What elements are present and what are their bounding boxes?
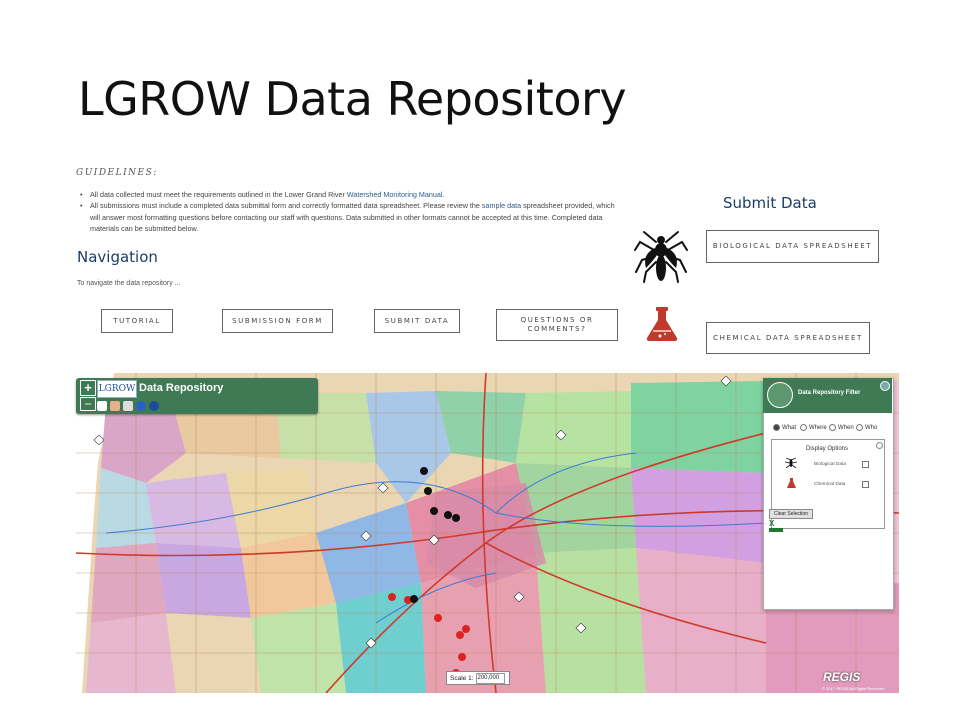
globe-icon[interactable] [149,401,159,411]
biological-marker[interactable] [410,595,418,603]
map-region [631,381,766,473]
guideline-text: All data collected must meet the require… [90,190,347,199]
guideline-text: All submissions must include a completed… [90,201,482,211]
map-region [631,468,766,563]
chemical-data-spreadsheet-button[interactable]: CHEMICAL DATA SPREADSHEET [706,322,870,354]
flask-icon [646,307,678,341]
map-app-title: Data Repository [139,382,224,394]
scale-control[interactable]: Scale 1: 200,000 [446,671,510,685]
excel-label: X [769,519,775,528]
scale-label: Scale 1: [450,675,474,682]
map-region [536,548,646,693]
guidelines-list: All data collected must meet the require… [78,189,623,235]
excel-export-icon[interactable]: X [769,520,783,532]
map-region [146,473,241,548]
watershed-manual-link[interactable]: Watershed Monitoring Manual [347,190,443,199]
radio-label: Where [809,425,827,432]
excel-bar [769,528,783,532]
regis-logo: REGIS [823,670,861,684]
radio-label: When [838,425,854,432]
chemical-marker[interactable] [456,631,464,639]
flask-icon [787,478,796,488]
scale-input[interactable]: 200,000 [475,672,505,684]
radio-label: Who [865,425,878,432]
mosquito-icon [634,231,688,283]
submit-data-button[interactable]: SUBMIT DATA [374,309,460,333]
radio-button[interactable] [773,424,780,431]
biological-marker[interactable] [444,511,452,519]
radio-button[interactable] [856,424,863,431]
page-title: LGROW Data Repository [78,72,627,126]
submit-data-heading: Submit Data [723,194,817,212]
copyright-text: © 2017 REGIS All Rights Reserved [822,686,885,691]
navigation-heading: Navigation [77,248,158,266]
navigation-text: To navigate the data repository ... [77,280,181,287]
chemical-marker[interactable] [388,593,396,601]
print-icon[interactable] [123,401,133,411]
lgrow-logo: LGROW [97,380,137,398]
biological-data-checkbox[interactable] [862,461,869,468]
biological-marker[interactable] [452,514,460,522]
radio-who[interactable]: Who [856,424,877,431]
radio-what[interactable]: What [773,424,796,431]
sample-data-link[interactable]: sample data [482,201,521,210]
chemical-marker[interactable] [462,625,470,633]
guideline-item-2: All submissions must include a completed… [78,200,623,234]
map-region [251,603,346,693]
radio-where[interactable]: Where [800,424,827,431]
radio-button[interactable] [829,424,836,431]
biological-data-label: Biological Data [814,462,846,467]
close-icon[interactable] [880,381,890,391]
close-icon[interactable] [876,442,883,449]
chemical-data-label: Chemical Data [814,482,846,487]
mosquito-icon [785,458,797,468]
display-options-title: Display Options [805,446,849,452]
radio-when[interactable]: When [829,424,854,431]
clear-selection-button[interactable]: Clear Selection [769,509,813,519]
zoom-out-button[interactable]: − [80,397,96,411]
tutorial-button[interactable]: TUTORIAL [101,309,173,333]
submission-form-button[interactable]: SUBMISSION FORM [222,309,333,333]
radio-button[interactable] [800,424,807,431]
guideline-item-1: All data collected must meet the require… [78,189,623,201]
search-icon[interactable] [767,382,793,408]
filter-title: Data Repository Filter [798,390,861,396]
chemical-marker[interactable] [434,614,442,622]
map-region [636,548,766,693]
biological-data-spreadsheet-button[interactable]: BIOLOGICAL DATA SPREADSHEET [706,230,879,263]
zoom-in-button[interactable]: + [80,380,96,396]
layers-icon[interactable] [97,401,107,411]
chemical-data-checkbox[interactable] [862,481,869,488]
guideline-text: . [442,190,445,199]
chemical-marker[interactable] [458,653,466,661]
map-region [516,391,636,468]
questions-comments-button[interactable]: QUESTIONS OR COMMENTS? [496,309,618,341]
help-icon[interactable] [136,401,146,411]
radio-label: What [782,425,797,432]
biological-marker[interactable] [424,487,432,495]
draw-icon[interactable] [110,401,120,411]
biological-marker[interactable] [420,467,428,475]
guidelines-heading: GUIDELINES: [76,168,158,178]
biological-marker[interactable] [430,507,438,515]
